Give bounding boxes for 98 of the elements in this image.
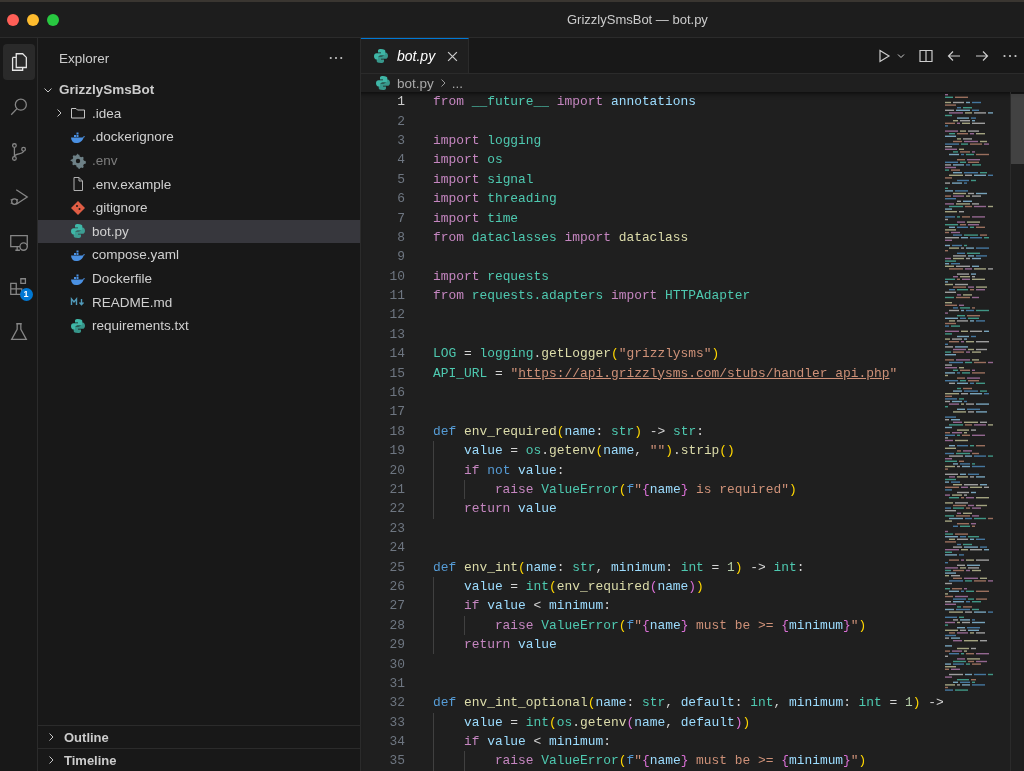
code-line: raise ValueError(f"{name} must be >= {minimum}"): [493, 617, 867, 633]
code-line: def env_required(name: str) -> str:: [433, 423, 704, 439]
code-line: def env_int_optional(name: str, default: int, minimum: int = 1) ->: [433, 695, 944, 711]
tree-item[interactable]: .idea: [38, 101, 360, 126]
minimize-light[interactable]: [27, 13, 39, 26]
line-number: 31: [388, 675, 405, 691]
line-number: 8: [396, 229, 405, 245]
code-line: def env_int(name: str, minimum: int = 1) -> int:: [433, 559, 805, 575]
code-line: from requests.adapters import HTTPAdapter: [433, 288, 751, 304]
line-number: 35: [388, 753, 405, 769]
line-number: 20: [388, 462, 405, 478]
close-light[interactable]: [7, 13, 19, 26]
line-number: 3: [396, 132, 405, 148]
vertical-scrollbar[interactable]: [1011, 94, 1024, 164]
code-line: import requests: [433, 268, 550, 284]
python-icon: [70, 317, 86, 334]
line-number: 12: [388, 307, 405, 323]
chevron-icon: [46, 755, 56, 765]
breadcrumb-item[interactable]: bot.py: [397, 75, 434, 91]
code-line: return value: [462, 501, 557, 517]
git-icon: [70, 199, 86, 216]
line-number: 34: [388, 734, 405, 750]
line-number: 13: [388, 326, 405, 342]
line-number: 30: [388, 656, 405, 672]
breadcrumb-item[interactable]: ...: [451, 75, 464, 91]
code-line: value = int(os.getenv(name, default)): [462, 714, 751, 730]
section-header[interactable]: Outline: [38, 725, 360, 748]
line-number: 1: [396, 94, 405, 110]
line-number: 29: [388, 637, 405, 653]
tree-item[interactable]: README.md: [38, 290, 360, 314]
line-number: 16: [388, 385, 405, 401]
line-number: 21: [388, 482, 405, 497]
line-number: 15: [388, 365, 405, 381]
code-line: from dataclasses import dataclass: [433, 229, 689, 245]
count-badge: 1: [19, 288, 33, 301]
line-number: 10: [388, 268, 405, 284]
line-number: 28: [388, 617, 405, 633]
line-number: 18: [388, 423, 405, 439]
tree-item[interactable]: .gitignore: [38, 195, 360, 220]
code-line: if not value:: [462, 462, 565, 478]
line-number: 24: [388, 540, 405, 556]
line-number: 9: [396, 249, 405, 265]
file-icon: [70, 176, 86, 193]
line-number: 22: [388, 501, 405, 517]
window-title: GrizzlySmsBot — bot.py: [567, 12, 708, 27]
code-line: from __future__ import annotations: [433, 94, 697, 110]
line-number: 17: [388, 404, 405, 420]
line-number: 14: [388, 346, 405, 362]
chevron-icon: [46, 732, 56, 742]
line-number: 6: [396, 191, 405, 207]
tree-item[interactable]: .dockerignore: [38, 125, 360, 149]
code-line: return value: [462, 637, 557, 653]
code-line: value = int(env_required(name)): [462, 578, 704, 594]
code-line: API_URL = "https://api.grizzlysms.com/stubs/handler_api.php": [433, 365, 898, 381]
section-header[interactable]: Timeline: [38, 748, 360, 771]
python-icon: [70, 223, 86, 240]
line-number: 25: [388, 559, 405, 575]
zoom-light[interactable]: [47, 13, 59, 26]
code-line: import time: [433, 210, 519, 226]
more-icon[interactable]: [329, 56, 343, 60]
code-line: import signal: [433, 171, 534, 187]
line-number: 27: [388, 598, 405, 614]
folder-icon: [70, 105, 86, 122]
tree-item[interactable]: requirements.txt: [38, 313, 360, 338]
panel-title: Explorer: [59, 50, 110, 66]
line-number: 7: [396, 210, 405, 226]
code-line: if value < minimum:: [462, 598, 611, 614]
line-number: 33: [388, 714, 405, 730]
code-line: raise ValueError(f"{name} is required"): [493, 482, 797, 497]
line-number: 19: [388, 443, 405, 459]
line-number: 32: [388, 695, 405, 711]
line-number: 26: [388, 578, 405, 594]
tree-item[interactable]: .env: [38, 148, 360, 173]
tree-item[interactable]: compose.yaml: [38, 243, 360, 267]
line-number: 4: [396, 152, 405, 168]
code-line: import os: [433, 152, 503, 168]
line-number: 11: [388, 288, 405, 304]
chevron-icon: [54, 108, 64, 119]
editor-tab[interactable]: bot.py: [361, 38, 469, 73]
line-number: 2: [396, 113, 405, 129]
code-line: import threading: [433, 191, 557, 207]
play-icon[interactable]: [876, 47, 892, 64]
tree-item[interactable]: .env.example: [38, 172, 360, 196]
code-line: import logging: [433, 132, 542, 148]
tree-item[interactable]: GrizzlySmsBot: [38, 78, 360, 102]
split-editor-icon[interactable]: [918, 47, 934, 64]
python-icon: [373, 48, 389, 64]
gear-icon: [70, 152, 86, 169]
line-number: 23: [388, 520, 405, 536]
tree-item[interactable]: bot.py: [38, 219, 360, 244]
code-line: LOG = logging.getLogger("grizzlysms"): [433, 346, 720, 362]
tree-item[interactable]: Dockerfile: [38, 266, 360, 291]
close-icon[interactable]: [447, 50, 458, 62]
python-icon: [375, 75, 391, 91]
code-line: raise ValueError(f"{name} must be >= {minimum}"): [493, 753, 867, 769]
code-line: if value < minimum:: [462, 734, 611, 750]
line-number: 5: [396, 171, 405, 187]
code-line: value = os.getenv(name, "").strip(): [462, 443, 735, 459]
